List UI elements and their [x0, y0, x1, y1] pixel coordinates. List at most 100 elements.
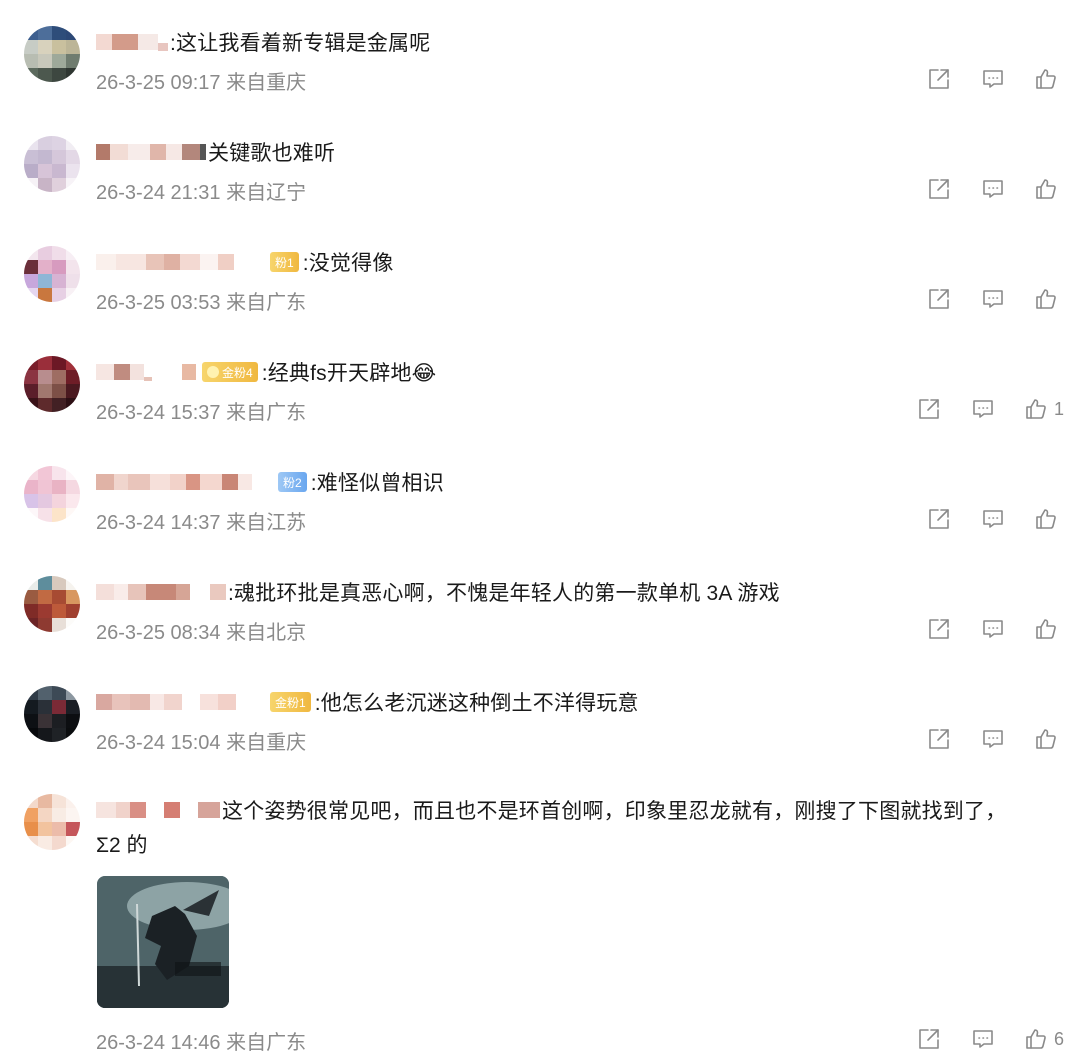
comment-icon: [983, 180, 1003, 198]
comment-text: :难怪似曾相识: [310, 472, 444, 495]
comment-meta: 26-3-24 21:31 来自辽宁: [96, 182, 307, 204]
comment-icon: [983, 290, 1003, 308]
comment-actions: [912, 504, 1080, 534]
fan-badge[interactable]: 金粉1: [270, 692, 311, 712]
avatar[interactable]: [24, 356, 80, 412]
comment-text: :没觉得像: [302, 252, 394, 275]
like-button[interactable]: 1: [1010, 394, 1080, 424]
comment-actions: [912, 174, 1080, 204]
comment-icon: [983, 730, 1003, 748]
comment-button[interactable]: [956, 394, 1010, 424]
username[interactable]: [96, 470, 272, 494]
comment-line: 金粉1 :他怎么老沉迷这种倒土不洋得玩意: [96, 686, 639, 718]
avatar[interactable]: [24, 136, 80, 192]
share-button[interactable]: [912, 64, 966, 94]
comment-button[interactable]: [966, 614, 1020, 644]
username[interactable]: [96, 140, 206, 164]
badge-label: 金粉4: [222, 365, 253, 380]
comment-text: :他怎么老沉迷这种倒土不洋得玩意: [314, 692, 639, 715]
username[interactable]: [96, 690, 264, 714]
like-icon: [1026, 1029, 1046, 1049]
share-button[interactable]: [912, 174, 966, 204]
fan-badge[interactable]: 粉1: [270, 252, 299, 272]
comment-meta: 26-3-24 15:37 来自广东: [96, 402, 307, 424]
comment-actions: [912, 284, 1080, 314]
username[interactable]: [96, 250, 264, 274]
like-icon: [1036, 619, 1056, 639]
comment-button[interactable]: [966, 724, 1020, 754]
share-button[interactable]: [912, 504, 966, 534]
warrior-image: [97, 876, 229, 1008]
comment-icon: [983, 510, 1003, 528]
comment-line: 这个姿势很常见吧，而且也不是环首创啊，印象里忍龙就有，刚搜了下图就找到了，: [96, 794, 1006, 826]
like-button[interactable]: [1020, 64, 1080, 94]
avatar[interactable]: [24, 246, 80, 302]
share-icon: [929, 179, 949, 199]
like-button[interactable]: [1020, 724, 1080, 754]
comment-meta: 26-3-25 08:34 来自北京: [96, 622, 307, 644]
comment-actions: [912, 64, 1080, 94]
fan-badge[interactable]: 金粉4: [202, 362, 258, 382]
share-button[interactable]: [912, 614, 966, 644]
like-icon: [1036, 729, 1056, 749]
like-count: 1: [1053, 398, 1064, 419]
like-button[interactable]: [1020, 504, 1080, 534]
comment-line: 粉2 :难怪似曾相识: [96, 466, 444, 498]
username[interactable]: [96, 30, 168, 54]
comment-line: :魂批环批是真恶心啊，不愧是年轻人的第一款单机 3A 游戏: [96, 576, 780, 608]
comment-meta: 26-3-25 03:53 来自广东: [96, 292, 307, 314]
comment-actions: [912, 724, 1080, 754]
comment-actions: 1: [902, 394, 1080, 424]
avatar[interactable]: [24, 686, 80, 742]
share-button[interactable]: [902, 394, 956, 424]
share-button[interactable]: [902, 1024, 956, 1054]
like-button[interactable]: [1020, 174, 1080, 204]
comment-actions: [912, 614, 1080, 644]
like-icon: [1036, 179, 1056, 199]
like-icon: [1036, 69, 1056, 89]
comment-text-continued: Σ2 的: [96, 834, 148, 857]
comment-icon: [973, 1030, 993, 1048]
fan-badge[interactable]: 粉2: [278, 472, 307, 492]
comment-text: :魂批环批是真恶心啊，不愧是年轻人的第一款单机 3A 游戏: [228, 582, 780, 605]
comment-text: :这让我看着新专辑是金属呢: [170, 32, 431, 55]
avatar[interactable]: [24, 26, 80, 82]
comment-line: 金粉4 :经典fs开天辟地😂: [96, 356, 436, 388]
avatar[interactable]: [24, 466, 80, 522]
comment-text: 这个姿势很常见吧，而且也不是环首创啊，印象里忍龙就有，刚搜了下图就找到了，: [222, 800, 1007, 823]
comment-line: :这让我看着新专辑是金属呢: [96, 26, 430, 58]
comment-meta: 26-3-24 15:04 来自重庆: [96, 732, 307, 754]
comment-button[interactable]: [966, 174, 1020, 204]
username[interactable]: [96, 580, 226, 604]
username[interactable]: [96, 360, 196, 384]
share-icon: [919, 399, 939, 419]
share-button[interactable]: [912, 284, 966, 314]
share-icon: [919, 1029, 939, 1049]
comment-line: 粉1 :没觉得像: [96, 246, 394, 278]
comment-button[interactable]: [966, 504, 1020, 534]
comment-image[interactable]: [97, 876, 229, 1008]
comment-meta: 26-3-24 14:37 来自江苏: [96, 512, 307, 534]
like-icon: [1036, 509, 1056, 529]
comment-button[interactable]: [966, 284, 1020, 314]
comment-meta: 26-3-25 09:17 来自重庆: [96, 72, 307, 94]
share-button[interactable]: [912, 724, 966, 754]
comment-actions: 6: [902, 1024, 1080, 1054]
comment-button[interactable]: [966, 64, 1020, 94]
comment-button[interactable]: [956, 1024, 1010, 1054]
comment-line: 关键歌也难听: [96, 136, 335, 168]
like-icon: [1036, 289, 1056, 309]
avatar[interactable]: [24, 794, 80, 850]
share-icon: [929, 289, 949, 309]
username[interactable]: [96, 798, 220, 822]
like-button[interactable]: 6: [1010, 1024, 1080, 1054]
like-icon: [1026, 399, 1046, 419]
like-button[interactable]: [1020, 284, 1080, 314]
like-count: 6: [1053, 1028, 1064, 1049]
avatar[interactable]: [24, 576, 80, 632]
like-button[interactable]: [1020, 614, 1080, 644]
share-icon: [929, 619, 949, 639]
comment-icon: [973, 400, 993, 418]
comment-meta: 26-3-24 14:46 来自广东: [96, 1032, 307, 1054]
share-icon: [929, 69, 949, 89]
